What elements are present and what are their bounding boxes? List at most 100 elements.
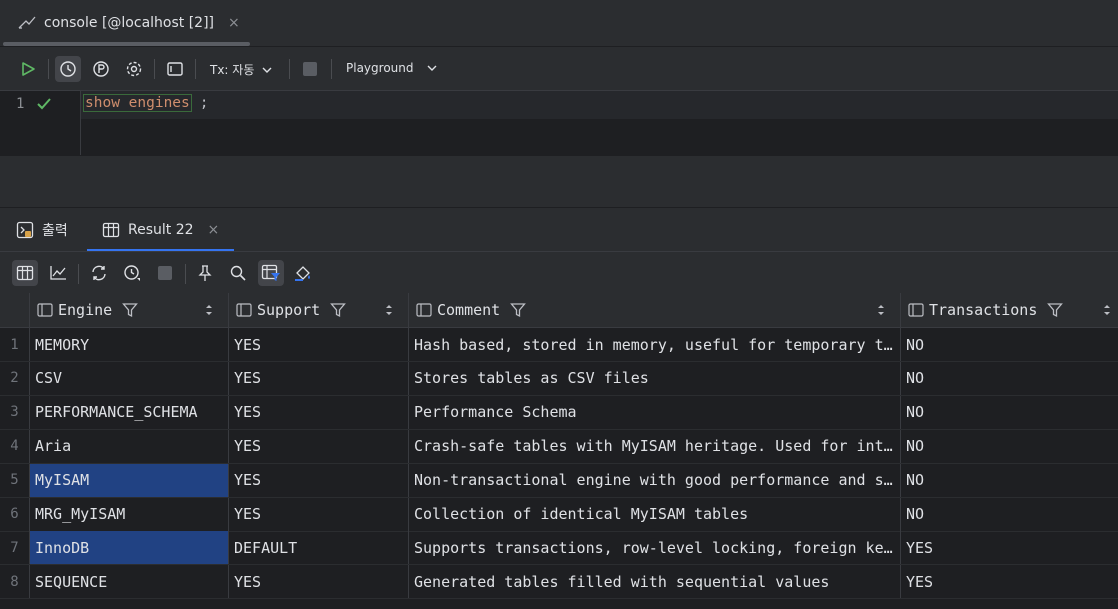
- table-icon: [102, 222, 120, 237]
- cell-support[interactable]: YES: [228, 361, 409, 395]
- row-number: 1: [10, 336, 19, 353]
- cell-support[interactable]: DEFAULT: [228, 531, 409, 565]
- p-circle-icon: [93, 61, 109, 77]
- cell-comment[interactable]: Stores tables as CSV files: [408, 361, 901, 395]
- sort-icon[interactable]: [204, 302, 214, 318]
- table-row[interactable]: 8 SEQUENCE YES Generated tables filled with…: [0, 565, 1118, 600]
- cell-value: PERFORMANCE_SCHEMA: [35, 403, 198, 422]
- cell-engine[interactable]: MEMORY: [29, 328, 229, 361]
- close-icon[interactable]: ×: [228, 15, 240, 31]
- tab-output[interactable]: 출력: [16, 208, 68, 251]
- editor-empty-area: [0, 155, 1118, 208]
- cell-comment[interactable]: Performance Schema: [408, 395, 901, 429]
- sort-icon[interactable]: [876, 302, 886, 318]
- stop-button[interactable]: [297, 56, 323, 82]
- console-icon: [18, 14, 36, 32]
- column-header-comment[interactable]: Comment: [408, 293, 901, 327]
- cell-comment[interactable]: Collection of identical MyISAM tables: [408, 497, 901, 531]
- column-header-transactions[interactable]: Transactions: [900, 293, 1118, 327]
- history-button[interactable]: [55, 56, 81, 82]
- close-icon[interactable]: ×: [208, 222, 220, 238]
- schema-dropdown[interactable]: Playground: [346, 61, 437, 75]
- layout-button[interactable]: [162, 56, 188, 82]
- row-number-header: [0, 293, 30, 327]
- cell-transactions[interactable]: NO: [900, 328, 1118, 361]
- cell-engine[interactable]: PERFORMANCE_SCHEMA: [29, 395, 229, 429]
- sort-icon[interactable]: [1102, 302, 1112, 318]
- result-tab-bar: 출력 Result 22 ×: [0, 207, 1118, 251]
- table-row[interactable]: 2 CSV YES Stores tables as CSV files NO: [0, 361, 1118, 396]
- cell-support[interactable]: YES: [228, 395, 409, 429]
- sort-icon[interactable]: [384, 302, 394, 318]
- search-button[interactable]: [225, 260, 251, 286]
- table-view-button[interactable]: [12, 260, 38, 286]
- column-header-support[interactable]: Support: [228, 293, 409, 327]
- table-row[interactable]: 1 MEMORY YES Hash based, stored in memory, …: [0, 328, 1118, 362]
- cell-transactions[interactable]: NO: [900, 463, 1118, 497]
- cell-support[interactable]: YES: [228, 429, 409, 463]
- cell-transactions[interactable]: NO: [900, 361, 1118, 395]
- chevron-down-icon: [427, 65, 437, 71]
- cell-value: Performance Schema: [414, 403, 577, 422]
- row-number: 5: [10, 472, 19, 489]
- tab-console[interactable]: console [@localhost [2]] ×: [0, 0, 250, 46]
- output-icon: [16, 221, 34, 238]
- format-button[interactable]: [291, 260, 317, 286]
- transaction-mode-dropdown[interactable]: Tx: 자동: [210, 61, 272, 78]
- table-row[interactable]: 4 Aria YES Crash-safe tables with MyISAM he…: [0, 429, 1118, 464]
- cell-transactions[interactable]: YES: [900, 565, 1118, 599]
- cell-comment[interactable]: Non-transactional engine with good perfo…: [408, 463, 901, 497]
- play-icon: [22, 62, 35, 76]
- settings-button[interactable]: [121, 56, 147, 82]
- table-row[interactable]: 3 PERFORMANCE_SCHEMA YES Performance Schema…: [0, 395, 1118, 430]
- cell-support[interactable]: YES: [228, 497, 409, 531]
- cell-support[interactable]: YES: [228, 463, 409, 497]
- filter-panel-button[interactable]: [258, 260, 284, 286]
- refresh-button[interactable]: [86, 260, 112, 286]
- filter-icon[interactable]: [510, 302, 527, 318]
- result-grid[interactable]: Engine Support Comment Transactions 1 MEM…: [0, 293, 1118, 609]
- cell-support[interactable]: YES: [228, 328, 409, 361]
- cell-support[interactable]: YES: [228, 565, 409, 599]
- check-icon: [37, 98, 51, 110]
- stop-button[interactable]: [152, 260, 178, 286]
- cell-value: NO: [906, 369, 925, 388]
- cell-transactions[interactable]: NO: [900, 395, 1118, 429]
- cell-comment[interactable]: Supports transactions, row-level locking…: [408, 531, 901, 565]
- cell-transactions[interactable]: NO: [900, 497, 1118, 531]
- column-header-engine[interactable]: Engine: [29, 293, 229, 327]
- search-icon: [230, 265, 246, 281]
- cell-engine[interactable]: MyISAM: [29, 463, 229, 497]
- cell-comment[interactable]: Generated tables filled with sequential …: [408, 565, 901, 599]
- row-number: 6: [10, 506, 19, 522]
- filter-icon[interactable]: [330, 302, 347, 318]
- cell-engine[interactable]: SEQUENCE: [29, 565, 229, 599]
- chart-view-button[interactable]: [45, 260, 71, 286]
- table-row[interactable]: 5 MyISAM YES Non-transactional engine with …: [0, 463, 1118, 498]
- code-text[interactable]: show engines;: [83, 94, 209, 112]
- cell-transactions[interactable]: NO: [900, 429, 1118, 463]
- toolbar-separator: [195, 59, 196, 79]
- stop-icon: [303, 62, 317, 76]
- filter-icon[interactable]: [122, 302, 139, 318]
- cell-transactions[interactable]: YES: [900, 531, 1118, 565]
- cell-value: YES: [234, 572, 262, 591]
- explain-plan-button[interactable]: [88, 56, 114, 82]
- cell-comment[interactable]: Hash based, stored in memory, useful for…: [408, 328, 901, 361]
- line-number: 1: [16, 96, 25, 112]
- cell-comment[interactable]: Crash-safe tables with MyISAM heritage. …: [408, 429, 901, 463]
- cell-engine[interactable]: Aria: [29, 429, 229, 463]
- editor-gutter: 1: [0, 91, 81, 155]
- cell-engine[interactable]: CSV: [29, 361, 229, 395]
- filter-icon[interactable]: [1047, 302, 1064, 318]
- cell-engine[interactable]: InnoDB: [29, 531, 229, 565]
- auto-refresh-button[interactable]: [119, 260, 145, 286]
- table-row[interactable]: 6 MRG_MyISAM YES Collection of identical My…: [0, 497, 1118, 532]
- paint-bucket-icon: [295, 266, 310, 281]
- tab-result-22[interactable]: Result 22 ×: [87, 208, 235, 251]
- cell-engine[interactable]: MRG_MyISAM: [29, 497, 229, 531]
- pin-button[interactable]: [192, 260, 218, 286]
- sql-editor[interactable]: 1 show engines;: [0, 91, 1118, 155]
- table-row[interactable]: 7 InnoDB DEFAULT Supports transactions, row…: [0, 531, 1118, 566]
- run-button[interactable]: [15, 56, 41, 82]
